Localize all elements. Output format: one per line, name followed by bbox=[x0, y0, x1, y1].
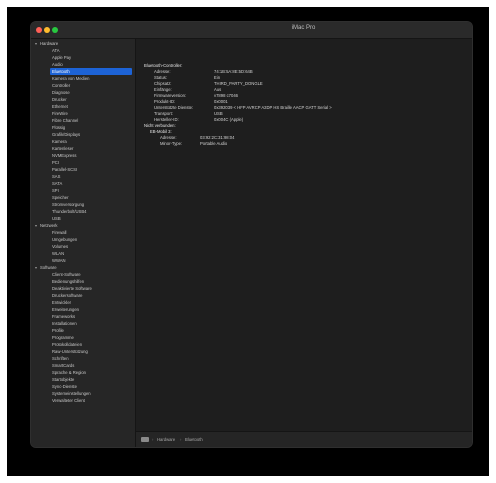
sidebar-item[interactable]: Erweiterungen bbox=[52, 306, 79, 313]
sidebar-item[interactable]: Diagnose bbox=[52, 89, 70, 96]
sidebar-item[interactable]: Sprache & Region bbox=[52, 369, 86, 376]
sidebar-item[interactable]: Grafik/Displays bbox=[52, 131, 80, 138]
sidebar-item[interactable]: Volumes bbox=[52, 243, 68, 250]
sidebar-item[interactable]: USB bbox=[52, 215, 61, 222]
property-value: 0x004C (Apple) bbox=[214, 117, 244, 122]
sidebar-item[interactable]: Schriften bbox=[52, 355, 69, 362]
breadcrumb-separator: › bbox=[152, 437, 154, 442]
status-bar: › Hardware › Bluetooth bbox=[136, 431, 472, 447]
title-bar: iMac Pro bbox=[31, 22, 472, 39]
sidebar-item[interactable]: Bluetooth bbox=[52, 68, 70, 75]
sidebar-section-label: Software bbox=[40, 265, 57, 270]
sidebar-item[interactable]: PCI bbox=[52, 159, 59, 166]
breadcrumb-separator: › bbox=[180, 437, 182, 442]
sidebar-section-label: Netzwerk bbox=[40, 223, 58, 228]
sidebar-item[interactable]: Parallel-SCSI bbox=[52, 166, 77, 173]
property-value: THIRD_PARTY_DONGLE bbox=[214, 81, 263, 86]
breadcrumb-hardware[interactable]: Hardware bbox=[157, 437, 175, 443]
sidebar-item[interactable]: Protokolldateien bbox=[52, 341, 82, 348]
sidebar-item[interactable]: Audio bbox=[52, 61, 63, 68]
sidebar-item[interactable]: Verwalteter Client bbox=[52, 397, 85, 404]
window-title: iMac Pro bbox=[291, 25, 316, 31]
sidebar-item[interactable]: Apple Pay bbox=[52, 54, 71, 61]
sidebar: ▾ Hardware ATA Apple Pay Audio Bluetooth Kamer… bbox=[31, 39, 136, 447]
sidebar-item[interactable]: SAS bbox=[52, 173, 60, 180]
sidebar-item[interactable]: Ethernet bbox=[52, 103, 68, 110]
breadcrumb-bluetooth[interactable]: Bluetooth bbox=[185, 437, 203, 443]
detail-pane: Bluetooth-Controller: Adresse: 74:1B:5A:8E… bbox=[136, 39, 472, 431]
sidebar-item[interactable]: Thunderbolt/USB4 bbox=[52, 208, 86, 215]
sidebar-item[interactable]: Startobjekte bbox=[52, 376, 74, 383]
sidebar-item[interactable]: Frameworks bbox=[52, 313, 75, 320]
sidebar-item[interactable]: Systemeinstellungen bbox=[52, 390, 91, 397]
zoom-button[interactable] bbox=[52, 27, 58, 33]
sidebar-item[interactable]: Flüssig bbox=[52, 124, 65, 131]
minimize-button[interactable] bbox=[44, 27, 50, 33]
sidebar-item[interactable]: Kartenleser bbox=[52, 145, 73, 152]
sidebar-item[interactable]: Deaktivierte Software bbox=[52, 285, 92, 292]
sidebar-item[interactable]: Profile bbox=[52, 327, 64, 334]
sidebar-item[interactable]: FireWire bbox=[52, 110, 68, 117]
sidebar-section-label: Hardware bbox=[40, 41, 59, 46]
sidebar-item[interactable]: Controller bbox=[52, 82, 70, 89]
sidebar-item[interactable]: Fibre Channel bbox=[52, 117, 78, 124]
system-information-window: iMac Pro ▾ Hardware ATA Apple Pay Audio Bluet… bbox=[31, 22, 472, 447]
sidebar-item[interactable]: Programme bbox=[52, 334, 74, 341]
sidebar-item[interactable]: ATA bbox=[52, 47, 60, 54]
sidebar-item[interactable]: SATA bbox=[52, 180, 62, 187]
sidebar-item[interactable]: WWAN bbox=[52, 257, 66, 264]
sidebar-item[interactable]: Druckersoftware bbox=[52, 292, 82, 299]
sidebar-item[interactable]: SmartCards bbox=[52, 362, 74, 369]
sidebar-section-netzwerk[interactable]: ▾ Netzwerk bbox=[35, 222, 57, 229]
computer-icon bbox=[141, 437, 149, 442]
sidebar-item[interactable]: SPI bbox=[52, 187, 59, 194]
sidebar-item[interactable]: Speicher bbox=[52, 194, 69, 201]
sidebar-item[interactable]: Bedienungshilfen bbox=[52, 278, 84, 285]
sidebar-item[interactable]: Sync-Dienste bbox=[52, 383, 77, 390]
property-value: Portable Audio bbox=[200, 141, 228, 146]
sidebar-item[interactable]: Kamera von Medien bbox=[52, 75, 89, 82]
sidebar-section-software[interactable]: ▾ Software bbox=[35, 264, 57, 271]
sidebar-item[interactable]: Kamera bbox=[52, 138, 67, 145]
sidebar-item[interactable]: Entwickler bbox=[52, 299, 71, 306]
sidebar-item[interactable]: Drucker bbox=[52, 96, 67, 103]
sidebar-item[interactable]: Raw-Unterstützung bbox=[52, 348, 88, 355]
sidebar-item[interactable]: NVMExpress bbox=[52, 152, 76, 159]
property-key: Minor-Type: bbox=[160, 141, 183, 146]
property-value: 0x392039 < HFP AVRCP A2DP HS Braille AAC… bbox=[214, 105, 332, 110]
sidebar-section-hardware[interactable]: ▾ Hardware bbox=[35, 40, 58, 47]
sidebar-item[interactable]: Stromversorgung bbox=[52, 201, 84, 208]
sidebar-item[interactable]: Umgebungen bbox=[52, 236, 77, 243]
close-button[interactable] bbox=[36, 27, 42, 33]
sidebar-item[interactable]: Client-Software bbox=[52, 271, 81, 278]
sidebar-item[interactable]: Firewall bbox=[52, 229, 66, 236]
sidebar-item[interactable]: Installationen bbox=[52, 320, 77, 327]
sidebar-item[interactable]: WLAN bbox=[52, 250, 64, 257]
